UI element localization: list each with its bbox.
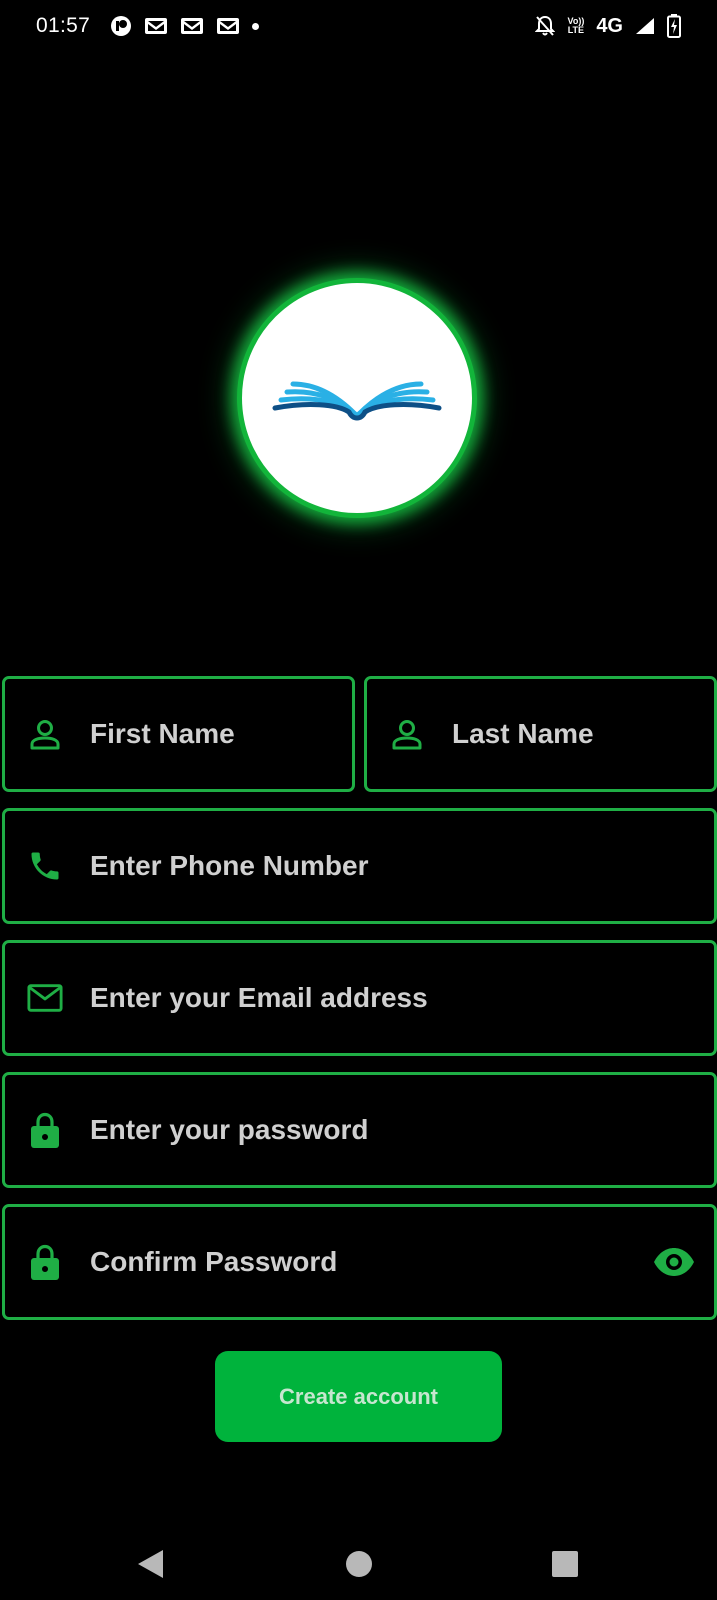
home-icon[interactable] [339,1544,379,1584]
recents-icon[interactable] [545,1544,585,1584]
open-book-icon [272,381,442,421]
lock-icon [27,1112,63,1148]
app-logo [237,278,477,518]
status-left: 01:57 [36,14,260,38]
circle-app-icon [110,15,132,37]
person-icon [27,716,63,752]
status-time: 01:57 [36,14,91,37]
gmail-icon [144,16,168,36]
back-icon[interactable] [130,1544,170,1584]
phone-icon [27,848,63,884]
navigation-bar [0,1500,717,1600]
first-name-field[interactable] [2,676,355,792]
lock-icon [27,1244,63,1280]
password-input[interactable] [90,1114,714,1146]
confirm-password-input[interactable] [90,1246,652,1278]
password-field[interactable] [2,1072,717,1188]
phone-input[interactable] [90,850,714,882]
signal-icon [635,17,655,35]
bell-off-icon [535,15,556,37]
email-field[interactable] [2,940,717,1056]
status-right: Vo)) LTE 4G [535,14,681,38]
signup-screen: 01:57 Vo)) LTE 4G First Name Last Name E… [0,0,717,1600]
gmail-icon [216,16,240,36]
person-icon [389,716,425,752]
dot-icon [252,22,260,30]
last-name-field[interactable] [364,676,717,792]
last-name-input[interactable] [452,718,714,750]
confirm-password-field[interactable] [2,1204,717,1320]
first-name-input[interactable] [90,718,352,750]
network-label: 4G [596,14,623,37]
email-input[interactable] [90,982,714,1014]
phone-field[interactable] [2,808,717,924]
create-account-button[interactable]: Create account [215,1351,502,1442]
mail-icon [27,980,63,1016]
eye-icon[interactable] [652,1240,696,1284]
battery-charging-icon [667,14,681,38]
volte-icon: Vo)) LTE [567,17,584,35]
gmail-icon [180,16,204,36]
status-bar: 01:57 Vo)) LTE 4G [0,0,717,52]
volte-bottom: LTE [567,25,585,35]
